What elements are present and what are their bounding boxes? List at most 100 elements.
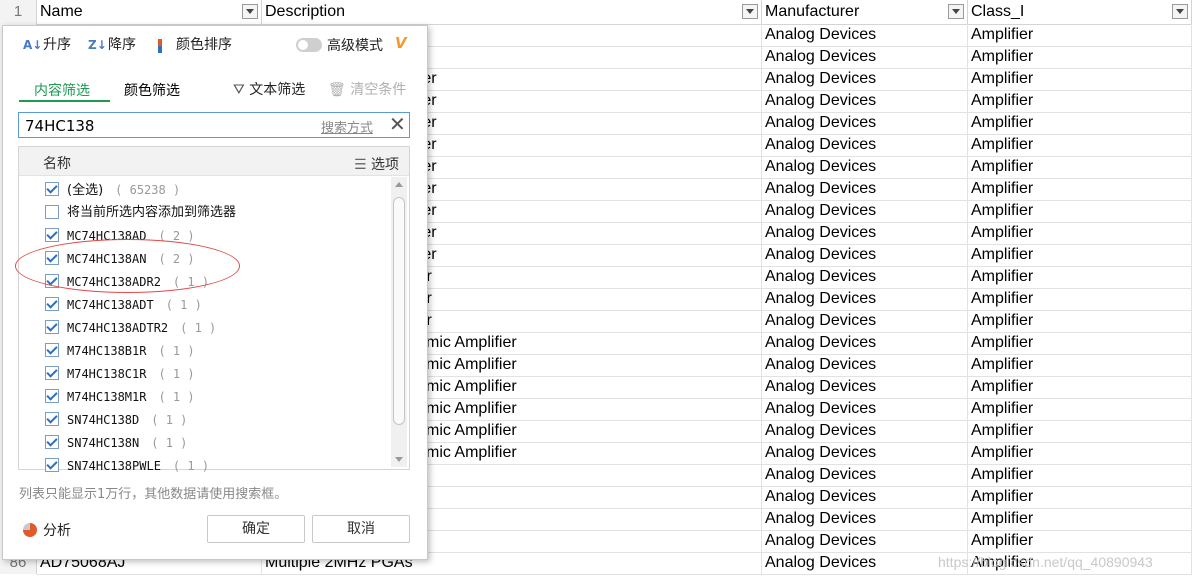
- manufacturer-cell[interactable]: Analog Devices: [762, 398, 968, 420]
- checkbox[interactable]: [45, 320, 59, 334]
- class-cell[interactable]: Amplifier: [968, 68, 1192, 90]
- manufacturer-cell[interactable]: Analog Devices: [762, 442, 968, 464]
- manufacturer-cell[interactable]: Analog Devices: [762, 332, 968, 354]
- checkbox[interactable]: [45, 458, 59, 472]
- class-cell[interactable]: Amplifier: [968, 376, 1192, 398]
- class-cell[interactable]: Amplifier: [968, 90, 1192, 112]
- class-cell[interactable]: Amplifier: [968, 508, 1192, 530]
- checkbox[interactable]: [45, 366, 59, 380]
- tab-content-filter[interactable]: 内容筛选: [34, 80, 90, 100]
- trash-icon: 🗑: [328, 82, 346, 98]
- filter-dropdown-icon[interactable]: [1172, 4, 1188, 19]
- class-cell[interactable]: Amplifier: [968, 288, 1192, 310]
- manufacturer-cell[interactable]: Analog Devices: [762, 90, 968, 112]
- class-cell[interactable]: Amplifier: [968, 200, 1192, 222]
- manufacturer-cell[interactable]: Analog Devices: [762, 354, 968, 376]
- class-cell[interactable]: Amplifier: [968, 530, 1192, 552]
- filter-item-label: M74HC138C1R ( 1 ): [67, 363, 195, 385]
- manufacturer-cell[interactable]: Analog Devices: [762, 200, 968, 222]
- column-header-manufacturer[interactable]: Manufacturer: [762, 0, 968, 24]
- class-cell[interactable]: Amplifier: [968, 266, 1192, 288]
- manufacturer-cell[interactable]: Analog Devices: [762, 464, 968, 486]
- filter-item-text: SN74HC138D: [67, 413, 140, 427]
- manufacturer-cell[interactable]: Analog Devices: [762, 68, 968, 90]
- class-cell[interactable]: Amplifier: [968, 178, 1192, 200]
- list-options-button[interactable]: ☰ 选项: [354, 154, 399, 174]
- manufacturer-cell[interactable]: Analog Devices: [762, 376, 968, 398]
- manufacturer-cell[interactable]: Analog Devices: [762, 24, 968, 46]
- search-mode-link[interactable]: 搜索方式: [321, 117, 373, 136]
- class-cell[interactable]: Amplifier: [968, 24, 1192, 46]
- checkbox[interactable]: [45, 389, 59, 403]
- filter-dropdown-icon[interactable]: [242, 4, 258, 19]
- analyze-button[interactable]: 分析: [23, 520, 71, 540]
- manufacturer-cell[interactable]: Analog Devices: [762, 156, 968, 178]
- class-cell[interactable]: Amplifier: [968, 156, 1192, 178]
- filter-dropdown-icon[interactable]: [742, 4, 758, 19]
- class-cell[interactable]: Amplifier: [968, 420, 1192, 442]
- text-filter-button[interactable]: ⛛ 文本筛选: [233, 79, 305, 99]
- manufacturer-cell[interactable]: Analog Devices: [762, 222, 968, 244]
- manufacturer-cell[interactable]: Analog Devices: [762, 530, 968, 552]
- class-cell[interactable]: Amplifier: [968, 464, 1192, 486]
- class-cell[interactable]: Amplifier: [968, 46, 1192, 68]
- close-icon[interactable]: ✕: [389, 113, 406, 135]
- checkbox[interactable]: [45, 343, 59, 357]
- ok-button[interactable]: 确定: [207, 515, 305, 543]
- filter-item-label: MC74HC138ADTR2 ( 1 ): [67, 317, 216, 339]
- sort-descending-button[interactable]: Z↓降序: [88, 35, 136, 55]
- class-cell[interactable]: Amplifier: [968, 222, 1192, 244]
- list-options-label: 选项: [371, 157, 399, 173]
- column-header-label: Name: [40, 3, 83, 20]
- manufacturer-cell[interactable]: Analog Devices: [762, 420, 968, 442]
- manufacturer-cell[interactable]: Analog Devices: [762, 486, 968, 508]
- checkbox[interactable]: [45, 182, 59, 196]
- class-cell[interactable]: Amplifier: [968, 486, 1192, 508]
- tab-color-filter[interactable]: 颜色筛选: [124, 80, 180, 100]
- list-scrollbar[interactable]: [391, 177, 407, 467]
- manufacturer-cell[interactable]: Analog Devices: [762, 134, 968, 156]
- filter-item-text: SN74HC138PWLE: [67, 459, 161, 473]
- class-cell[interactable]: Amplifier: [968, 244, 1192, 266]
- filter-item-count: ( 1 ): [180, 321, 217, 335]
- class-cell[interactable]: Amplifier: [968, 332, 1192, 354]
- class-cell[interactable]: Amplifier: [968, 354, 1192, 376]
- class-cell[interactable]: Amplifier: [968, 112, 1192, 134]
- advanced-mode-label: 高级模式: [327, 38, 383, 54]
- manufacturer-cell[interactable]: Analog Devices: [762, 310, 968, 332]
- checkbox[interactable]: [45, 412, 59, 426]
- color-sort-button[interactable]: 颜色排序: [158, 35, 232, 55]
- class-cell[interactable]: Amplifier: [968, 398, 1192, 420]
- sort-toolbar: A↓升序 Z↓降序 颜色排序 高级模式 V: [3, 26, 427, 64]
- scroll-down-icon[interactable]: [395, 457, 403, 462]
- class-cell[interactable]: Amplifier: [968, 310, 1192, 332]
- sort-descending-icon: Z↓: [88, 38, 107, 52]
- filter-search-input[interactable]: [23, 115, 317, 137]
- checkbox[interactable]: [45, 205, 59, 219]
- manufacturer-cell[interactable]: Analog Devices: [762, 112, 968, 134]
- checkbox[interactable]: [45, 435, 59, 449]
- class-cell[interactable]: Amplifier: [968, 134, 1192, 156]
- manufacturer-cell[interactable]: Analog Devices: [762, 46, 968, 68]
- column-header-name[interactable]: Name: [37, 0, 262, 24]
- manufacturer-cell[interactable]: Analog Devices: [762, 266, 968, 288]
- filter-dropdown-icon[interactable]: [948, 4, 964, 19]
- column-header-description[interactable]: Description: [262, 0, 762, 24]
- column-header-class[interactable]: Class_I: [968, 0, 1192, 24]
- manufacturer-cell[interactable]: Analog Devices: [762, 508, 968, 530]
- manufacturer-cell[interactable]: Analog Devices: [762, 178, 968, 200]
- manufacturer-cell[interactable]: Analog Devices: [762, 244, 968, 266]
- vip-badge-icon: V: [395, 34, 407, 52]
- scroll-thumb[interactable]: [393, 197, 405, 425]
- checkbox[interactable]: [45, 297, 59, 311]
- class-cell[interactable]: Amplifier: [968, 442, 1192, 464]
- manufacturer-cell[interactable]: Analog Devices: [762, 288, 968, 310]
- watermark: https://blog.csdn.net/qq_40890943: [938, 554, 1153, 570]
- sort-ascending-button[interactable]: A↓升序: [23, 35, 71, 55]
- checkbox[interactable]: [45, 228, 59, 242]
- clear-conditions-button[interactable]: 🗑 清空条件: [328, 79, 406, 99]
- scroll-up-icon[interactable]: [395, 182, 403, 187]
- cancel-button[interactable]: 取消: [312, 515, 410, 543]
- filter-item-count: ( 65238 ): [115, 183, 181, 197]
- advanced-mode-toggle[interactable]: [296, 38, 322, 52]
